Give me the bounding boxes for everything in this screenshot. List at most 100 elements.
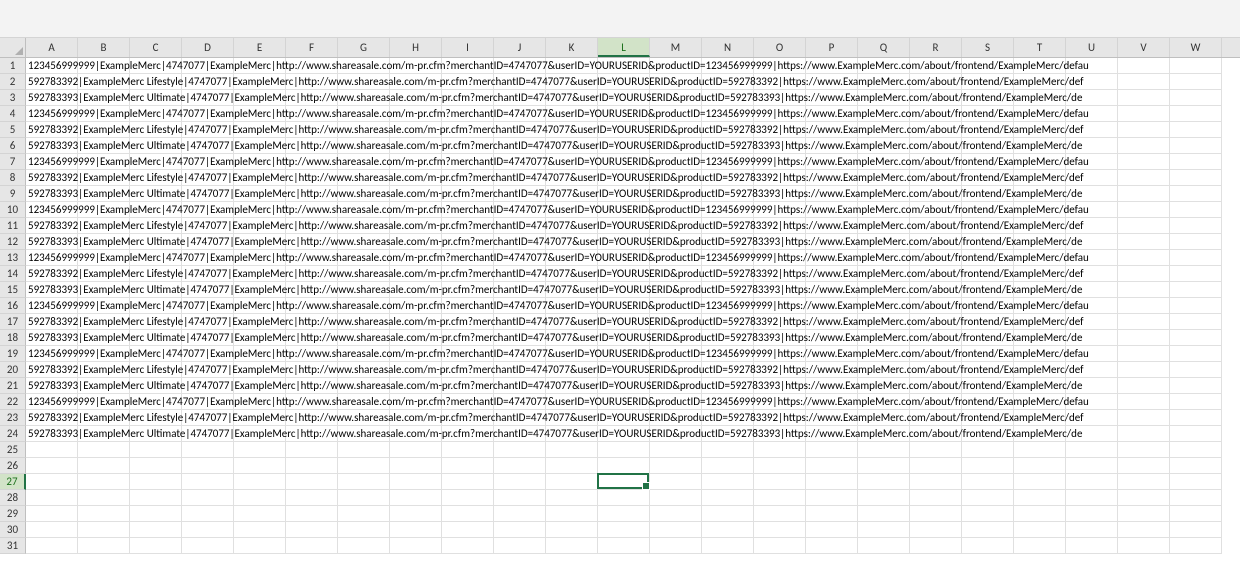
cell[interactable] [286, 282, 338, 298]
cell[interactable] [702, 394, 754, 410]
column-header-K[interactable]: K [546, 38, 598, 57]
cell[interactable] [806, 426, 858, 442]
cell[interactable] [494, 490, 546, 506]
cell[interactable] [1066, 362, 1118, 378]
cell[interactable] [546, 234, 598, 250]
cell[interactable] [442, 474, 494, 490]
cell[interactable] [1066, 266, 1118, 282]
cell[interactable] [1014, 282, 1066, 298]
cell[interactable] [390, 490, 442, 506]
cell[interactable] [390, 522, 442, 538]
cell[interactable] [26, 218, 78, 234]
cell[interactable] [702, 282, 754, 298]
cell[interactable] [1066, 202, 1118, 218]
cell[interactable] [1118, 442, 1170, 458]
cell[interactable] [806, 138, 858, 154]
cell[interactable] [78, 330, 130, 346]
cell[interactable] [494, 282, 546, 298]
cell[interactable] [1170, 538, 1222, 554]
cell[interactable] [182, 426, 234, 442]
cell[interactable] [1118, 250, 1170, 266]
cell[interactable] [806, 362, 858, 378]
row-header-4[interactable]: 4 [0, 106, 26, 122]
cell[interactable] [1118, 410, 1170, 426]
cell[interactable] [702, 362, 754, 378]
cell[interactable] [806, 538, 858, 554]
cell[interactable] [962, 362, 1014, 378]
cell[interactable] [702, 154, 754, 170]
cell[interactable] [858, 138, 910, 154]
cell[interactable] [1170, 522, 1222, 538]
cell[interactable] [234, 458, 286, 474]
cell[interactable] [1066, 394, 1118, 410]
cell[interactable] [598, 330, 650, 346]
row-header-24[interactable]: 24 [0, 426, 26, 442]
cell[interactable] [494, 426, 546, 442]
cell[interactable] [494, 202, 546, 218]
cell[interactable] [598, 426, 650, 442]
cell[interactable] [26, 442, 78, 458]
cell[interactable] [182, 506, 234, 522]
cell[interactable] [962, 250, 1014, 266]
cell[interactable] [1066, 330, 1118, 346]
cell[interactable] [234, 522, 286, 538]
cell[interactable] [338, 154, 390, 170]
cell[interactable] [338, 458, 390, 474]
cell[interactable] [650, 154, 702, 170]
cell[interactable] [1014, 538, 1066, 554]
cell[interactable] [650, 314, 702, 330]
cells-layer[interactable]: 123456999999|ExampleMerc|4747077|Example… [26, 106, 1240, 122]
cell[interactable] [494, 170, 546, 186]
column-header-J[interactable]: J [494, 38, 546, 57]
cell[interactable] [234, 106, 286, 122]
cell[interactable] [1118, 506, 1170, 522]
cell[interactable] [598, 506, 650, 522]
row-header-11[interactable]: 11 [0, 218, 26, 234]
cell[interactable] [338, 138, 390, 154]
cell[interactable] [182, 58, 234, 74]
cell[interactable] [338, 314, 390, 330]
cell[interactable] [1118, 426, 1170, 442]
cell[interactable] [130, 394, 182, 410]
cell[interactable] [910, 154, 962, 170]
cell[interactable] [26, 346, 78, 362]
cell[interactable] [546, 442, 598, 458]
cell[interactable] [702, 74, 754, 90]
cell[interactable] [546, 154, 598, 170]
cell[interactable] [1014, 458, 1066, 474]
cell[interactable] [234, 346, 286, 362]
cell[interactable] [182, 442, 234, 458]
cell[interactable] [390, 426, 442, 442]
cell[interactable] [962, 298, 1014, 314]
cell[interactable] [858, 170, 910, 186]
cell[interactable] [806, 266, 858, 282]
cell[interactable] [390, 474, 442, 490]
cell[interactable] [234, 282, 286, 298]
cell[interactable] [78, 346, 130, 362]
cell[interactable] [1118, 282, 1170, 298]
cell[interactable] [546, 394, 598, 410]
cell[interactable] [1170, 154, 1222, 170]
cell[interactable] [806, 202, 858, 218]
cell[interactable] [858, 410, 910, 426]
cell[interactable] [806, 298, 858, 314]
cell[interactable] [754, 346, 806, 362]
cell[interactable] [1014, 250, 1066, 266]
cell[interactable] [182, 74, 234, 90]
cell[interactable] [598, 346, 650, 362]
cell[interactable] [962, 106, 1014, 122]
cell[interactable] [494, 106, 546, 122]
cell[interactable] [1118, 522, 1170, 538]
cell[interactable] [546, 250, 598, 266]
row-header-30[interactable]: 30 [0, 522, 26, 538]
cell[interactable] [1170, 410, 1222, 426]
cell[interactable] [910, 442, 962, 458]
cell[interactable] [546, 202, 598, 218]
cell[interactable] [234, 426, 286, 442]
cell[interactable] [1014, 58, 1066, 74]
cell[interactable] [1170, 458, 1222, 474]
cell[interactable] [26, 314, 78, 330]
column-header-R[interactable]: R [910, 38, 962, 57]
cell[interactable] [390, 282, 442, 298]
column-header-T[interactable]: T [1014, 38, 1066, 57]
